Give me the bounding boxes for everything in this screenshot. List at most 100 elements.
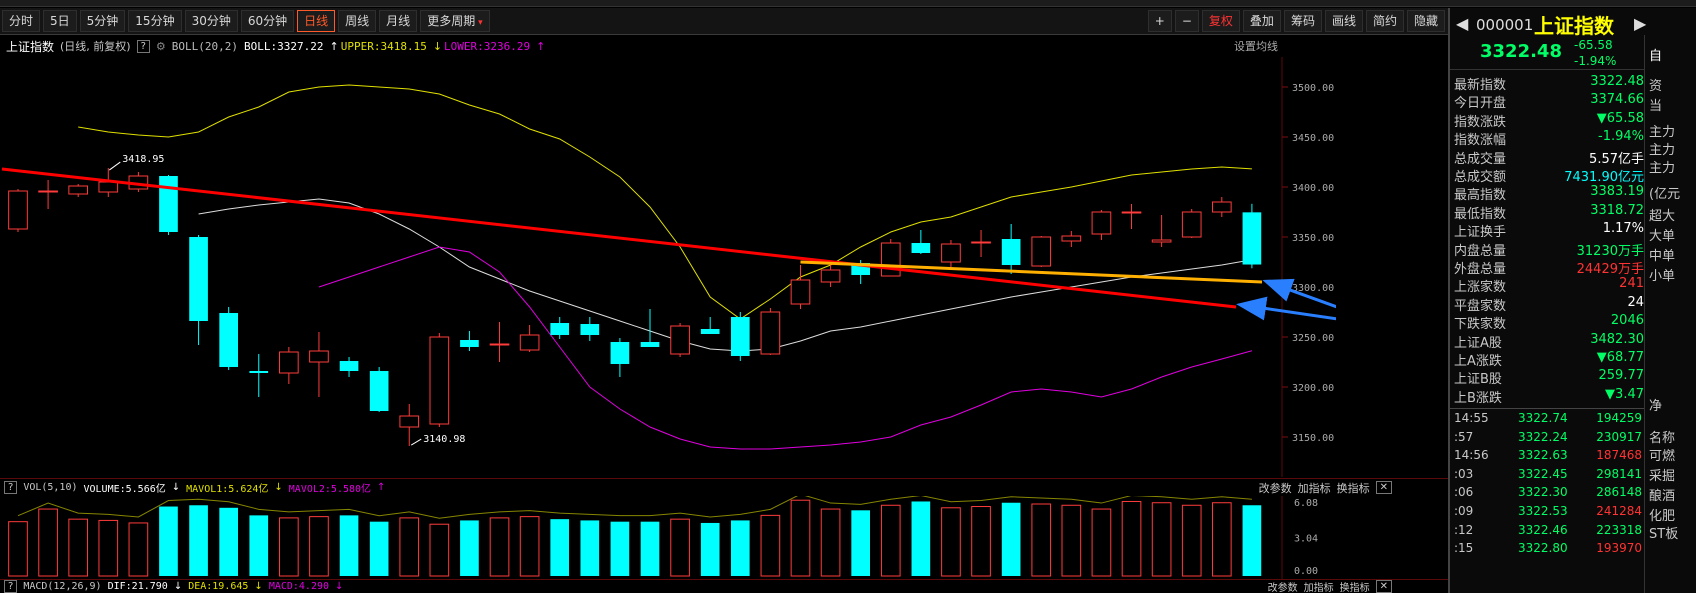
- tick-price: 3322.53: [1518, 504, 1568, 518]
- period-tab-15min[interactable]: 15分钟: [128, 10, 182, 32]
- vol-indicator-name[interactable]: VOL(5,10): [23, 482, 77, 493]
- vol-swap-indicator[interactable]: 换指标: [1337, 480, 1370, 496]
- candle-body: [971, 241, 991, 244]
- ma-settings-link[interactable]: 设置均线: [1234, 38, 1278, 54]
- stat-value: 259.77: [1598, 368, 1645, 384]
- period-toolbar: 分时 5日 5分钟 15分钟 30分钟 60分钟 日线 周线 月线 更多周期 ▾…: [0, 8, 1448, 35]
- vol-add-indicator[interactable]: 加指标: [1298, 480, 1331, 496]
- volume-bar: [1242, 505, 1262, 576]
- adjust-dropdown[interactable]: 复权: [1201, 10, 1240, 32]
- gear-icon[interactable]: ⚙: [156, 40, 166, 53]
- candle-body: [1031, 236, 1052, 267]
- tick-time: 14:55: [1454, 411, 1489, 425]
- period-tab-fenshi[interactable]: 分时: [2, 10, 41, 32]
- tick-time: :15: [1454, 541, 1474, 556]
- stat-value: 241: [1619, 276, 1644, 292]
- period-tab-30min[interactable]: 30分钟: [184, 10, 238, 32]
- candle-body: [610, 342, 630, 364]
- candle-body: [700, 329, 720, 334]
- tick-time: :57: [1454, 429, 1474, 444]
- stat-label: 上涨家数: [1454, 280, 1507, 296]
- volume-bar: [820, 508, 841, 577]
- candle: [1061, 231, 1082, 247]
- stat-label: 总成交量: [1454, 151, 1507, 167]
- zoom-out-button[interactable]: −: [1174, 10, 1199, 32]
- vol-edit-params[interactable]: 改参数: [1259, 480, 1292, 496]
- candle-body: [399, 415, 420, 428]
- volume-bar: [339, 515, 359, 576]
- current-price: 3322.48: [1480, 41, 1562, 62]
- candle-body: [219, 313, 238, 367]
- period-tab-monthly[interactable]: 月线: [379, 10, 418, 32]
- mavol2-value: MAVOL2:5.580亿: [288, 484, 372, 495]
- period-tab-60min[interactable]: 60分钟: [240, 10, 295, 32]
- draw-line-button[interactable]: 画线: [1324, 10, 1363, 32]
- close-pane-icon[interactable]: ?: [4, 481, 18, 494]
- candle: [1211, 197, 1232, 217]
- candle-body: [1242, 212, 1262, 265]
- candlestick-chart[interactable]: 3500.003450.003400.003350.003300.003250.…: [0, 57, 1336, 477]
- candle-body: [8, 190, 28, 230]
- chevron-down-icon: ▾: [475, 18, 483, 28]
- stat-row: 上证A股 3482.30: [1454, 332, 1644, 352]
- volume-chart[interactable]: 6.08 3.04 0.00: [0, 496, 1336, 579]
- stat-label: 上证B股: [1454, 372, 1502, 388]
- candle-body: [189, 237, 208, 321]
- prev-stock-icon[interactable]: ◀: [1456, 14, 1468, 33]
- candle-body: [790, 279, 811, 305]
- arrow-down-icon: ↓: [171, 482, 181, 493]
- tick-volume: 194259: [1596, 411, 1642, 425]
- stat-value: 2046: [1610, 313, 1644, 329]
- period-tab-daily[interactable]: 日线: [297, 10, 336, 32]
- close-icon[interactable]: ✕: [1375, 580, 1392, 593]
- period-tab-5day[interactable]: 5日: [43, 10, 77, 32]
- stat-value: 3374.66: [1590, 92, 1644, 108]
- overlay-dropdown[interactable]: 叠加: [1242, 10, 1281, 32]
- high-marker-line: [108, 161, 121, 171]
- hide-button[interactable]: 隐藏: [1406, 10, 1445, 32]
- period-tab-weekly[interactable]: 周线: [338, 10, 377, 32]
- boll-bands: [78, 84, 1253, 450]
- volume-bar: [279, 517, 299, 577]
- side-strip-label: 名称: [1649, 431, 1676, 446]
- side-strip-label: 化肥: [1649, 509, 1676, 524]
- macd-help-icon[interactable]: ?: [4, 580, 18, 593]
- dif-value: DIF:21.790: [107, 581, 168, 592]
- macd-edit-params[interactable]: 改参数: [1268, 579, 1298, 593]
- stat-row: 下跌家数 2046: [1454, 313, 1644, 333]
- y-tick-label: 3450.00: [1292, 133, 1334, 144]
- stat-row: 总成交额 7431.90亿元: [1454, 166, 1644, 186]
- candle: [519, 325, 540, 352]
- candle: [670, 323, 690, 357]
- period-tab-5min[interactable]: 5分钟: [79, 10, 126, 32]
- zoom-in-button[interactable]: +: [1147, 10, 1172, 32]
- macd-indicator-name[interactable]: MACD(12,26,9): [23, 581, 101, 592]
- candle-body: [249, 371, 269, 373]
- chips-button[interactable]: 筹码: [1283, 10, 1322, 32]
- simple-mode-button[interactable]: 简约: [1365, 10, 1404, 32]
- macd-add-indicator[interactable]: 加指标: [1304, 579, 1334, 593]
- candle: [700, 317, 720, 334]
- next-stock-icon[interactable]: ▶: [1634, 14, 1646, 33]
- arrow-down-icon: ↓: [335, 581, 344, 592]
- arrow-down-icon: ↓: [173, 581, 183, 592]
- candle-body: [1211, 201, 1232, 213]
- side-toggle-button[interactable]: 自: [1649, 45, 1662, 64]
- help-icon[interactable]: ?: [136, 39, 150, 53]
- stat-label: 平盘家数: [1454, 298, 1507, 314]
- stat-value: ▼3.47: [1605, 386, 1644, 402]
- more-periods-dropdown[interactable]: 更多周期 ▾: [420, 10, 490, 32]
- tick-volume: 241284: [1596, 504, 1642, 518]
- macd-swap-indicator[interactable]: 换指标: [1340, 579, 1370, 593]
- volume-bar: [1001, 502, 1021, 576]
- indicator-name[interactable]: BOLL(20,2): [172, 40, 238, 53]
- candle: [790, 265, 811, 309]
- stat-row: 今日开盘 3374.66: [1454, 92, 1644, 112]
- stat-row: 指数涨跌 ▼65.58: [1454, 111, 1644, 131]
- volume-tick-label: 0.00: [1294, 566, 1318, 577]
- close-icon[interactable]: ✕: [1375, 481, 1392, 494]
- candle: [489, 322, 510, 362]
- side-strip-label: 小单: [1649, 269, 1676, 284]
- y-tick-label: 3350.00: [1292, 233, 1334, 244]
- tick-price: 3322.30: [1518, 485, 1568, 500]
